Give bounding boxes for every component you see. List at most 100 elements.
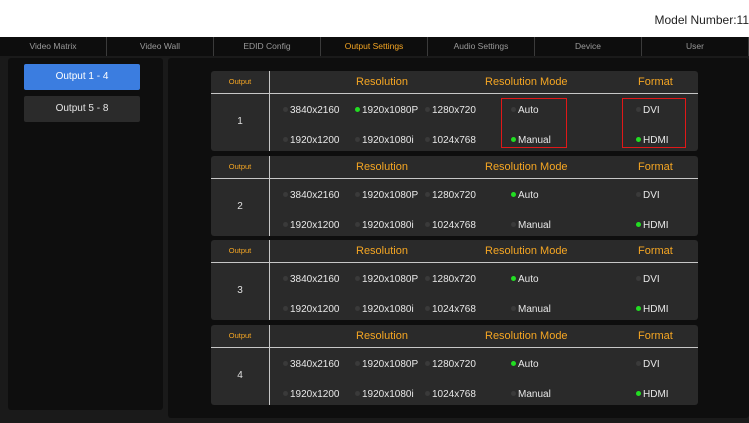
radio-dot[interactable] [511, 221, 516, 227]
resolution-option[interactable]: 1920x1200 [283, 389, 340, 400]
mode-manual-option[interactable]: Manual [511, 304, 551, 315]
resolution-option-label: 1920x1080P [362, 274, 419, 285]
radio-dot[interactable] [355, 275, 360, 281]
radio-dot[interactable] [355, 106, 360, 112]
mode-auto-option-label: Auto [518, 359, 539, 370]
resolution-mode-header-label: Resolution Mode [485, 330, 568, 342]
format-hdmi-option[interactable]: HDMI [636, 304, 669, 315]
tab-device[interactable]: Device [535, 37, 642, 56]
resolution-option[interactable]: 1280x720 [425, 105, 476, 116]
radio-dot[interactable] [511, 275, 516, 281]
resolution-header-label: Resolution [356, 76, 408, 88]
radio-dot[interactable] [425, 360, 430, 366]
radio-dot[interactable] [636, 360, 641, 366]
radio-dot[interactable] [636, 305, 641, 311]
resolution-option[interactable]: 1280x720 [425, 190, 476, 201]
radio-dot[interactable] [511, 390, 516, 396]
radio-dot[interactable] [355, 360, 360, 366]
resolution-option[interactable]: 1920x1200 [283, 135, 340, 146]
radio-dot[interactable] [355, 390, 360, 396]
resolution-option-label: 1920x1200 [290, 389, 340, 400]
format-highlight-box [622, 98, 686, 148]
resolution-option[interactable]: 3840x2160 [283, 105, 340, 116]
mode-auto-option[interactable]: Auto [511, 274, 539, 285]
radio-dot[interactable] [511, 191, 516, 197]
radio-dot[interactable] [636, 221, 641, 227]
format-dvi-option[interactable]: DVI [636, 359, 660, 370]
mode-auto-option[interactable]: Auto [511, 359, 539, 370]
mode-manual-option[interactable]: Manual [511, 220, 551, 231]
resolution-option[interactable]: 1920x1080P [355, 359, 418, 370]
radio-dot[interactable] [425, 275, 430, 281]
output-header-label: Output [228, 77, 252, 86]
resolution-option[interactable]: 1280x720 [425, 274, 476, 285]
mode-auto-option[interactable]: Auto [511, 190, 539, 201]
tab-edid-config[interactable]: EDID Config [214, 37, 321, 56]
resolution-option[interactable]: 1920x1080P [355, 190, 418, 201]
radio-dot[interactable] [425, 106, 430, 112]
format-dvi-option[interactable]: DVI [636, 274, 660, 285]
radio-dot[interactable] [355, 221, 360, 227]
radio-dot[interactable] [511, 305, 516, 311]
resolution-option-label: 3840x2160 [290, 190, 340, 201]
radio-dot[interactable] [425, 305, 430, 311]
resolution-option-label: 1920x1200 [290, 304, 340, 315]
radio-dot[interactable] [425, 221, 430, 227]
output-5-8-button[interactable]: Output 5 - 8 [24, 96, 140, 122]
resolution-option-label: 1024x768 [432, 389, 476, 400]
radio-dot[interactable] [425, 136, 430, 142]
radio-dot[interactable] [425, 191, 430, 197]
resolution-option[interactable]: 3840x2160 [283, 359, 340, 370]
resolution-option[interactable]: 1920x1080P [355, 105, 418, 116]
format-hdmi-option[interactable]: HDMI [636, 220, 669, 231]
radio-dot[interactable] [511, 360, 516, 366]
radio-dot[interactable] [283, 106, 288, 112]
format-dvi-option[interactable]: DVI [636, 190, 660, 201]
resolution-option[interactable]: 3840x2160 [283, 274, 340, 285]
radio-dot[interactable] [355, 191, 360, 197]
tab-user[interactable]: User [642, 37, 749, 56]
resolution-option[interactable]: 1920x1080i [355, 389, 414, 400]
output-number: 1 [237, 116, 243, 127]
radio-dot[interactable] [283, 305, 288, 311]
resolution-option[interactable]: 1024x768 [425, 135, 476, 146]
resolution-option[interactable]: 1920x1080P [355, 274, 418, 285]
resolution-option[interactable]: 1920x1200 [283, 304, 340, 315]
radio-dot[interactable] [283, 136, 288, 142]
output-settings-panel: Output Resolution Resolution Mode Format 1 38… [168, 58, 749, 418]
radio-dot[interactable] [283, 275, 288, 281]
resolution-option[interactable]: 1024x768 [425, 220, 476, 231]
radio-dot[interactable] [636, 390, 641, 396]
format-hdmi-option-label: HDMI [643, 389, 669, 400]
tab-video-matrix[interactable]: Video Matrix [0, 37, 107, 56]
radio-dot[interactable] [355, 305, 360, 311]
resolution-option[interactable]: 1280x720 [425, 359, 476, 370]
mode-manual-option[interactable]: Manual [511, 389, 551, 400]
radio-dot[interactable] [355, 136, 360, 142]
format-hdmi-option[interactable]: HDMI [636, 389, 669, 400]
tab-audio-settings[interactable]: Audio Settings [428, 37, 535, 56]
radio-dot[interactable] [636, 191, 641, 197]
resolution-option[interactable]: 1024x768 [425, 389, 476, 400]
radio-dot[interactable] [283, 390, 288, 396]
radio-dot[interactable] [636, 275, 641, 281]
resolution-option[interactable]: 1920x1080i [355, 135, 414, 146]
resolution-option-label: 1920x1080i [362, 304, 414, 315]
radio-dot[interactable] [425, 390, 430, 396]
resolution-option[interactable]: 1920x1080i [355, 220, 414, 231]
resolution-option-label: 1024x768 [432, 220, 476, 231]
radio-dot[interactable] [283, 221, 288, 227]
resolution-option[interactable]: 3840x2160 [283, 190, 340, 201]
resolution-option[interactable]: 1920x1080i [355, 304, 414, 315]
sidebar: Output 1 - 4 Output 5 - 8 [8, 58, 163, 410]
radio-dot[interactable] [283, 191, 288, 197]
resolution-option[interactable]: 1920x1200 [283, 220, 340, 231]
output-number: 3 [237, 285, 243, 296]
tab-output-settings[interactable]: Output Settings [321, 37, 428, 56]
resolution-option-label: 1920x1080P [362, 105, 419, 116]
resolution-option[interactable]: 1024x768 [425, 304, 476, 315]
output-1-4-button[interactable]: Output 1 - 4 [24, 64, 140, 90]
output-header-label: Output [228, 162, 252, 171]
radio-dot[interactable] [283, 360, 288, 366]
tab-video-wall[interactable]: Video Wall [107, 37, 214, 56]
